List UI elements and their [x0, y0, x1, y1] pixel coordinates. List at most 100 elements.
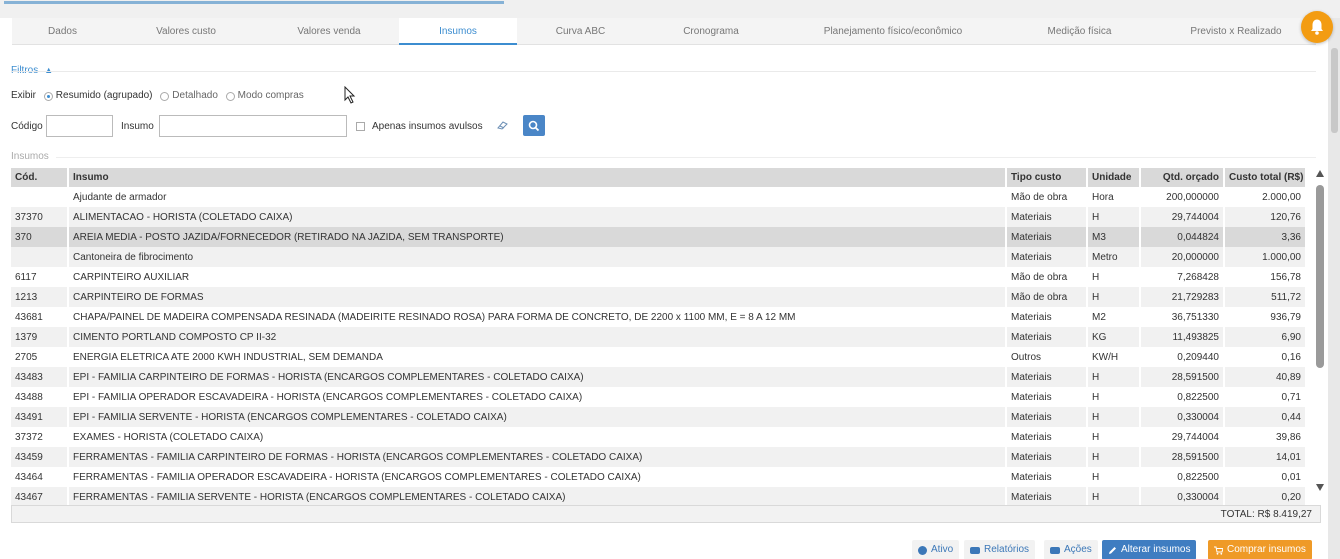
table-row[interactable]: 43464 FERRAMENTAS - FAMILIA OPERADOR ESCA… [11, 467, 1306, 487]
table-row[interactable]: 37370 ALIMENTACAO - HORISTA (COLETADO CAI… [11, 207, 1306, 227]
search-button[interactable] [523, 115, 545, 136]
col-header-qtd-orcado[interactable]: Qtd. orçado [1140, 168, 1225, 187]
table-cell: 11,493825 [1140, 327, 1225, 347]
table-row[interactable]: 37372 EXAMES - HORISTA (COLETADO CAIXA) Ma… [11, 427, 1306, 447]
table-cell: KW/H [1087, 347, 1141, 367]
table-row[interactable]: Cantoneira de fibrocimento Materiais Metro… [11, 247, 1306, 267]
table-cell: Mão de obra [1006, 287, 1088, 307]
table-cell: Materiais [1006, 427, 1088, 447]
grid-total: TOTAL: R$ 8.419,27 [1220, 509, 1312, 520]
table-row[interactable]: 43467 FERRAMENTAS - FAMILIA SERVENTE - HO… [11, 487, 1306, 505]
radio-detalhado[interactable] [160, 91, 170, 101]
table-cell: 43459 [11, 447, 69, 467]
table-row[interactable]: 2705 ENERGIA ELETRICA ATE 2000 KWH INDUST… [11, 347, 1306, 367]
radio-resumido[interactable] [43, 91, 53, 101]
avulsos-label[interactable]: Apenas insumos avulsos [372, 121, 483, 132]
comprar-insumos-button[interactable]: Comprar insumos [1208, 540, 1312, 559]
table-row[interactable]: 43681 CHAPA/PAINEL DE MADEIRA COMPENSADA … [11, 307, 1306, 327]
tab-previsto-realizado[interactable]: Previsto x Realizado [1151, 18, 1321, 45]
alterar-insumos-button[interactable]: Alterar insumos [1102, 540, 1197, 559]
col-header-codigo[interactable]: Cód. [11, 168, 69, 187]
table-cell: 40,89 [1224, 367, 1306, 387]
table-cell: Materiais [1006, 387, 1088, 407]
tab-curva-abc[interactable]: Curva ABC [517, 18, 644, 45]
eraser-icon[interactable] [497, 121, 508, 130]
table-cell: H [1087, 407, 1141, 427]
grid-body: Ajudante de armador Mão de obra Hora 200,00… [11, 187, 1306, 505]
tab-valores-custo[interactable]: Valores custo [113, 18, 259, 45]
tab-dados[interactable]: Dados [12, 18, 113, 45]
table-cell: 21,729283 [1140, 287, 1225, 307]
tab-insumos[interactable]: Insumos [399, 18, 517, 45]
table-cell: 511,72 [1224, 287, 1306, 307]
table-cell: 370 [11, 227, 69, 247]
table-cell: 29,744004 [1140, 207, 1225, 227]
chevron-up-icon: ▲ [44, 65, 54, 75]
codigo-input[interactable] [46, 115, 113, 137]
table-cell: AREIA MEDIA - POSTO JAZIDA/FORNECEDOR (R… [68, 227, 1007, 247]
radio-resumido-label[interactable]: Resumido (agrupado) [56, 89, 153, 103]
search-icon [528, 120, 540, 132]
table-row[interactable]: 1213 CARPINTEIRO DE FORMAS Mão de obra H 21,… [11, 287, 1306, 307]
scroll-thumb[interactable] [1316, 185, 1324, 368]
col-header-custo-total[interactable]: Custo total (R$) [1224, 168, 1306, 187]
table-row[interactable]: 43459 FERRAMENTAS - FAMILIA CARPINTEIRO D… [11, 447, 1306, 467]
table-row[interactable]: 43483 EPI - FAMILIA CARPINTEIRO DE FORMAS… [11, 367, 1306, 387]
ativo-button[interactable]: Ativo [912, 540, 960, 559]
avulsos-checkbox[interactable] [356, 122, 365, 131]
scroll-down-arrow-icon[interactable] [1316, 484, 1324, 491]
table-cell: 0,044824 [1140, 227, 1225, 247]
table-cell: 0,44 [1224, 407, 1306, 427]
table-row[interactable]: 370 AREIA MEDIA - POSTO JAZIDA/FORNECEDOR… [11, 227, 1306, 247]
table-cell: M3 [1087, 227, 1141, 247]
grid-header-row: Cód. Insumo Tipo custo Unidade Qtd. orça… [11, 168, 1306, 187]
table-cell: 0,20 [1224, 487, 1306, 505]
table-cell: Materiais [1006, 487, 1088, 505]
acoes-button[interactable]: Ações [1044, 540, 1098, 559]
table-cell: H [1087, 387, 1141, 407]
grid-scrollbar[interactable] [1314, 168, 1326, 505]
col-header-tipo-custo[interactable]: Tipo custo [1006, 168, 1088, 187]
window-scrollbar[interactable] [1328, 18, 1340, 559]
window-scroll-thumb[interactable] [1331, 48, 1338, 133]
table-cell: Hora [1087, 187, 1141, 207]
table-row[interactable]: 43491 EPI - FAMILIA SERVENTE - HORISTA (E… [11, 407, 1306, 427]
scroll-up-arrow-icon[interactable] [1316, 170, 1324, 177]
tab-planejamento[interactable]: Planejamento físico/econômico [778, 18, 1008, 45]
table-cell: 0,71 [1224, 387, 1306, 407]
table-cell: Materiais [1006, 247, 1088, 267]
relatorios-button[interactable]: Relatórios [964, 540, 1036, 559]
table-cell: 39,86 [1224, 427, 1306, 447]
table-cell: 0,822500 [1140, 467, 1225, 487]
exibir-label: Exibir [11, 90, 37, 101]
insumo-input[interactable] [159, 115, 347, 137]
page-title-fragment [4, 0, 504, 4]
radio-modo-compras[interactable] [225, 91, 235, 101]
notifications-button[interactable] [1301, 11, 1333, 43]
tab-cronograma[interactable]: Cronograma [644, 18, 778, 45]
radio-detalhado-label[interactable]: Detalhado [172, 89, 218, 103]
grid-section-divider [56, 157, 1316, 158]
table-cell: 0,01 [1224, 467, 1306, 487]
table-cell: 0,330004 [1140, 407, 1225, 427]
table-row[interactable]: Ajudante de armador Mão de obra Hora 200,00… [11, 187, 1306, 207]
tab-medicao-fisica[interactable]: Medição física [1008, 18, 1151, 45]
table-cell: Materiais [1006, 407, 1088, 427]
table-cell: 936,79 [1224, 307, 1306, 327]
table-cell: H [1087, 487, 1141, 505]
table-row[interactable]: 43488 EPI - FAMILIA OPERADOR ESCAVADEIRA … [11, 387, 1306, 407]
table-cell: 0,822500 [1140, 387, 1225, 407]
table-row[interactable]: 1379 CIMENTO PORTLAND COMPOSTO CP II-32 Ma… [11, 327, 1306, 347]
tab-valores-venda[interactable]: Valores venda [259, 18, 399, 45]
col-header-unidade[interactable]: Unidade [1087, 168, 1141, 187]
table-row[interactable]: 6117 CARPINTEIRO AUXILIAR Mão de obra H 7,26… [11, 267, 1306, 287]
table-cell: H [1087, 467, 1141, 487]
chat-icon [970, 546, 980, 554]
display-mode-group: Exibir Resumido (agrupado) Detalhado Mod… [11, 89, 304, 103]
radio-modo-compras-label[interactable]: Modo compras [238, 89, 304, 103]
table-cell [11, 247, 69, 267]
table-cell: 1213 [11, 287, 69, 307]
table-cell: 0,330004 [1140, 487, 1225, 505]
col-header-insumo[interactable]: Insumo [68, 168, 1007, 187]
table-cell: 43488 [11, 387, 69, 407]
